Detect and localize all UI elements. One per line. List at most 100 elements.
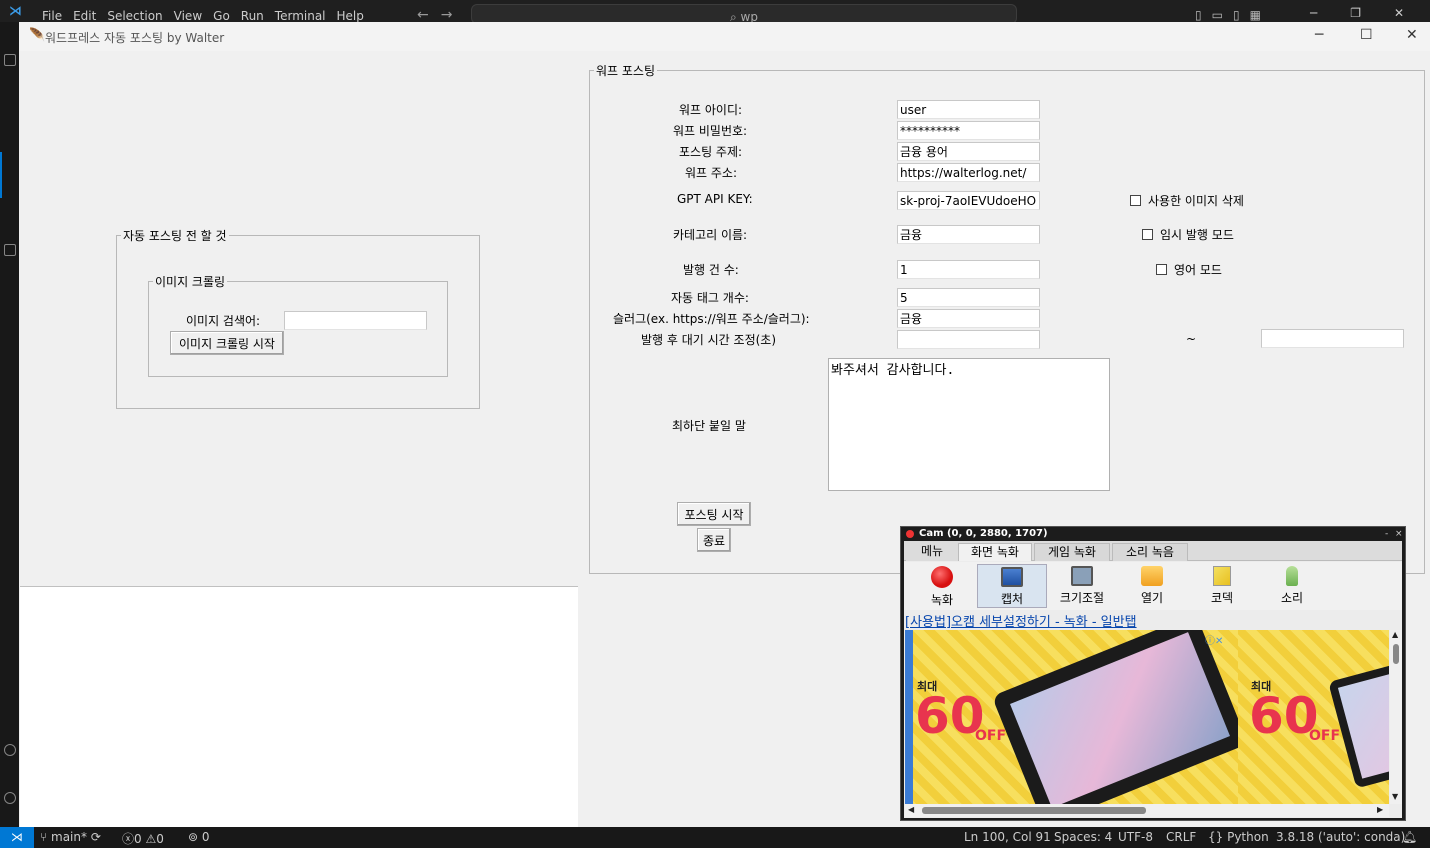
settings-gear-icon[interactable]: [4, 792, 16, 804]
record-icon: [931, 566, 953, 588]
scroll-thumb[interactable]: [922, 807, 1146, 814]
back-arrow-icon[interactable]: ←: [417, 7, 429, 23]
ocam-capture-button[interactable]: 캡처: [977, 564, 1047, 608]
checkbox-box[interactable]: [1130, 195, 1141, 206]
notifications-bell-icon[interactable]: 🔔︎: [1402, 830, 1417, 844]
ocam-sound-button[interactable]: 소리: [1257, 564, 1327, 608]
ocam-horizontal-scrollbar[interactable]: ◀ ▶: [905, 804, 1389, 817]
menu-terminal[interactable]: Terminal: [275, 9, 326, 23]
delete-images-checkbox[interactable]: 사용한 이미지 삭제: [1130, 192, 1244, 209]
toggle-panel-icon[interactable]: ▭: [1212, 8, 1233, 22]
forward-arrow-icon[interactable]: →: [441, 7, 453, 23]
log-output-area[interactable]: [20, 586, 578, 827]
ocam-tab-menu[interactable]: 메뉴: [906, 543, 958, 561]
english-mode-checkbox[interactable]: 영어 모드: [1156, 261, 1222, 278]
ocam-codec-label: 코덱: [1210, 591, 1234, 605]
menu-view[interactable]: View: [174, 9, 202, 23]
ocam-tabs: 메뉴 화면 녹화 게임 녹화 소리 녹음: [904, 541, 1402, 561]
ocam-sound-label: 소리: [1280, 591, 1304, 605]
footer-text-area[interactable]: 봐주셔서 감사합니다.: [828, 358, 1110, 491]
gpt-api-key-input[interactable]: [897, 191, 1040, 210]
wait-time-from-input[interactable]: [897, 330, 1040, 349]
sync-icon[interactable]: ⟳: [87, 830, 101, 844]
ocam-ad-banner[interactable]: 최대 60 OFF 최대 60 OFF ⓘ✕: [905, 630, 1389, 804]
posting-start-button[interactable]: 포스팅 시작: [677, 502, 751, 526]
ports-status[interactable]: ⊚ 0: [188, 830, 210, 844]
toggle-sidebar-icon[interactable]: ▯: [1195, 8, 1212, 22]
image-search-input[interactable]: [284, 311, 427, 330]
wait-time-to-input[interactable]: [1261, 329, 1404, 348]
ocam-tab-screen-record[interactable]: 화면 녹화: [958, 543, 1032, 561]
scroll-thumb[interactable]: [1393, 644, 1399, 664]
ocam-vertical-scrollbar[interactable]: ▲ ▼: [1390, 630, 1402, 804]
branch-name: main*: [51, 830, 87, 844]
scroll-left-icon[interactable]: ◀: [908, 805, 914, 814]
ocam-open-button[interactable]: 열기: [1117, 564, 1187, 608]
scroll-up-icon[interactable]: ▲: [1392, 630, 1398, 639]
menu-run[interactable]: Run: [241, 9, 264, 23]
explorer-icon[interactable]: [4, 54, 16, 66]
menu-selection[interactable]: Selection: [107, 9, 162, 23]
ad-info-icon[interactable]: ⓘ✕: [1205, 632, 1223, 647]
gpt-api-key-label: GPT API KEY:: [677, 192, 753, 206]
pre-posting-frame-title: 자동 포스팅 전 할 것: [123, 229, 227, 243]
menu-help[interactable]: Help: [337, 9, 364, 23]
ocam-record-button[interactable]: 녹화: [907, 564, 977, 608]
menu-edit[interactable]: Edit: [73, 9, 96, 23]
interpreter-status[interactable]: 3.8.18 ('auto': conda): [1276, 830, 1405, 844]
ad-off-text-1: OFF: [975, 728, 1007, 744]
post-count-input[interactable]: [897, 260, 1040, 279]
encoding-status[interactable]: UTF-8: [1118, 830, 1153, 844]
topic-label: 포스팅 주제:: [679, 145, 743, 159]
ocam-close-icon[interactable]: ×: [1395, 527, 1403, 541]
toggle-secondary-sidebar-icon[interactable]: ▯: [1233, 8, 1250, 22]
app-maximize-icon[interactable]: ☐: [1360, 27, 1373, 43]
menu-go[interactable]: Go: [213, 9, 230, 23]
ocam-tab-sound-record[interactable]: 소리 녹음: [1112, 543, 1188, 561]
draft-mode-checkbox[interactable]: 임시 발행 모드: [1142, 226, 1234, 243]
eol-status[interactable]: CRLF: [1166, 830, 1196, 844]
quit-button[interactable]: 종료: [697, 528, 731, 552]
ocam-tab-game-record[interactable]: 게임 녹화: [1034, 543, 1110, 561]
vscode-command-search[interactable]: ⌕ wp: [471, 4, 1017, 24]
wp-posting-frame-title: 워프 포스팅: [596, 64, 656, 78]
problems-status[interactable]: ⓧ0 ⚠0: [122, 830, 164, 847]
tag-count-input[interactable]: [897, 288, 1040, 307]
minimize-icon[interactable]: ─: [1310, 6, 1317, 20]
cursor-position[interactable]: Ln 100, Col 91: [964, 830, 1051, 844]
indentation-status[interactable]: Spaces: 4: [1054, 830, 1112, 844]
wp-id-input[interactable]: [897, 100, 1040, 119]
slug-input[interactable]: [897, 309, 1040, 328]
close-icon[interactable]: ✕: [1394, 6, 1404, 20]
restore-icon[interactable]: ❐: [1350, 6, 1361, 20]
wp-password-input[interactable]: [897, 121, 1040, 140]
scroll-down-icon[interactable]: ▼: [1392, 792, 1398, 801]
extensions-icon[interactable]: [4, 244, 16, 256]
category-input[interactable]: [897, 225, 1040, 244]
scroll-right-icon[interactable]: ▶: [1377, 805, 1383, 814]
wp-url-input[interactable]: [897, 163, 1040, 182]
ocam-help-link[interactable]: [사용법]오캠 세부설정하기 - 녹화 - 일반탭: [905, 611, 1137, 630]
branch-status[interactable]: ⑂ main* ⟳: [40, 830, 101, 844]
active-indicator: [0, 152, 2, 198]
app-minimize-icon[interactable]: ─: [1315, 27, 1323, 43]
checkbox-box[interactable]: [1156, 264, 1167, 275]
microphone-icon: [1286, 566, 1298, 586]
account-icon[interactable]: [4, 744, 16, 756]
checkbox-box[interactable]: [1142, 229, 1153, 240]
ocam-titlebar: Cam (0, 0, 2880, 1707) - ×: [901, 527, 1405, 541]
language-status[interactable]: {} Python: [1208, 830, 1269, 844]
ocam-minimize-icon[interactable]: -: [1385, 527, 1388, 541]
topic-input[interactable]: [897, 142, 1040, 161]
image-crawling-start-button[interactable]: 이미지 크롤링 시작: [170, 331, 284, 355]
app-close-icon[interactable]: ✕: [1406, 27, 1418, 43]
menu-file[interactable]: File: [42, 9, 62, 23]
customize-layout-icon[interactable]: ▦: [1250, 8, 1271, 22]
remote-indicator-icon[interactable]: ⋊: [0, 827, 34, 848]
monitor-icon: [1001, 567, 1023, 587]
ocam-resize-button[interactable]: 크기조절: [1047, 564, 1117, 608]
warning-icon: ⚠: [145, 832, 157, 846]
tag-count-label: 자동 태그 개수:: [671, 291, 749, 305]
ocam-codec-button[interactable]: 코덱: [1187, 564, 1257, 608]
wait-time-label: 발행 후 대기 시간 조정(초): [641, 333, 777, 347]
